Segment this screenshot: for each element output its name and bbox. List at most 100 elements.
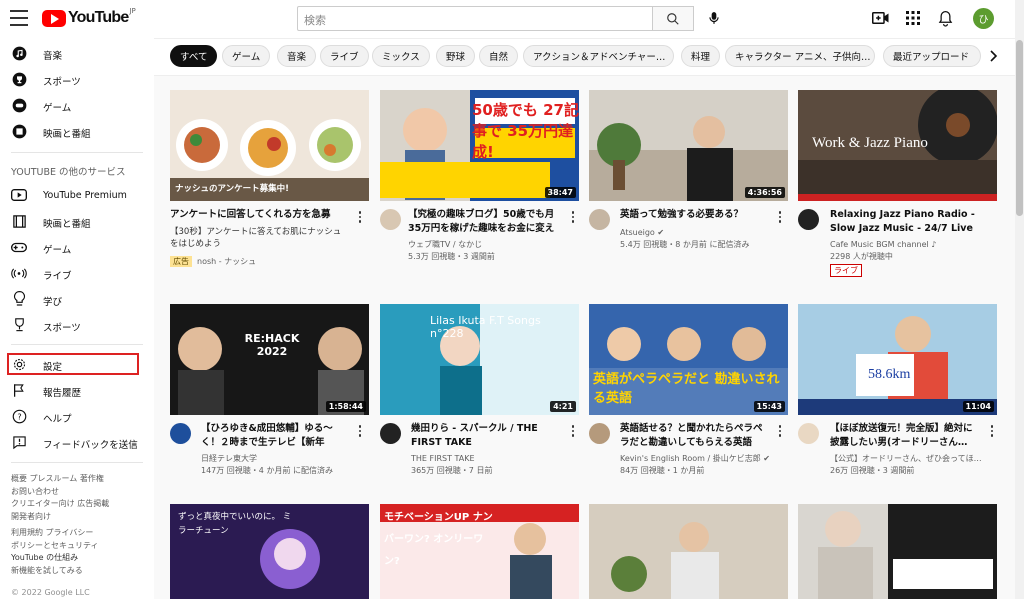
footer-link[interactable]: 概要 プレスルーム 著作権 — [11, 473, 109, 486]
create-button[interactable] — [871, 8, 891, 28]
footer-link[interactable]: お問い合わせ — [11, 486, 109, 499]
video-title[interactable]: 【ほぼ放送復元！完全版】絶対に披露したい男(オードリーさん… — [830, 422, 980, 450]
channel-avatar[interactable] — [589, 209, 610, 230]
sidebar-item-sports-2[interactable]: スポーツ — [0, 312, 150, 338]
mic-button[interactable] — [703, 7, 725, 29]
youtube-logo[interactable]: YouTube JP — [42, 7, 136, 27]
sidebar-item-label: ゲーム — [43, 245, 72, 256]
sidebar-divider — [11, 152, 143, 153]
video-meta: 84万 回視聴・1 か月前 — [620, 466, 705, 475]
rehack-thumbnail-art — [170, 304, 369, 415]
chip-character-anime[interactable]: キャラクター アニメ、子供向… — [725, 45, 875, 67]
top-bar: YouTube JP 検索 ひ — [0, 0, 1024, 38]
video-channel[interactable]: Kevin's English Room / 掛山ケビ志郎 ✔ — [620, 453, 770, 465]
footer-links-1[interactable]: 概要 プレスルーム 著作権 お問い合わせ クリエイター向け 広告掲載 開発者向け — [11, 473, 109, 523]
chip-baseball[interactable]: 野球 — [436, 45, 476, 67]
thumbnail-caption: 50歳でも 27記事で 35万円達成! — [472, 101, 579, 161]
footer-links-2[interactable]: 利用規約 プライバシー ポリシーとセキュリティ YouTube の仕組み 新機能… — [11, 527, 99, 577]
footer-link[interactable]: ポリシーとセキュリティ — [11, 540, 99, 553]
footer-link[interactable]: クリエイター向け 広告掲載 — [11, 498, 109, 511]
video-title[interactable]: 【ひろゆき&成田悠輔】ゆる〜く！２時まで生テレビ【新年早々、２… — [201, 422, 351, 450]
footer-link[interactable]: 新機能を試してみる — [11, 565, 99, 578]
chip-cooking[interactable]: 料理 — [681, 45, 721, 67]
video-title[interactable]: Relaxing Jazz Piano Radio - Slow Jazz Mu… — [830, 208, 990, 236]
video-thumbnail[interactable]: ずっと真夜中でいいのに。 ミラーチューン — [170, 504, 369, 599]
sidebar-item-movies-tv[interactable]: 映画と番組 — [0, 208, 150, 234]
flag-icon — [11, 382, 27, 398]
video-channel[interactable]: 日経テレ東大学 — [201, 453, 257, 465]
search-input[interactable]: 検索 — [297, 6, 653, 31]
chip-music[interactable]: 音楽 — [277, 45, 317, 67]
footer-link[interactable]: 利用規約 プライバシー — [11, 527, 99, 540]
video-thumbnail[interactable]: Lilas Ikuta F.T Songs n°228 4:21 — [380, 304, 579, 415]
video-thumbnail[interactable]: 英語がペラペラだと 勘違いされる英語 15:43 — [589, 304, 788, 415]
video-thumbnail[interactable]: Work & Jazz Piano — [798, 90, 997, 201]
more-options-icon[interactable] — [570, 424, 576, 438]
sidebar-item-sports[interactable]: スポーツ — [0, 66, 150, 92]
chip-all[interactable]: すべて — [170, 45, 218, 67]
more-options-icon[interactable] — [777, 424, 783, 438]
chips-next-button[interactable] — [986, 48, 1002, 64]
video-thumbnail[interactable] — [589, 504, 788, 599]
sidebar-item-learning[interactable]: 学び — [0, 286, 150, 312]
channel-avatar[interactable] — [380, 423, 401, 444]
video-thumbnail[interactable]: モチベーションUP ナンバーワン? オンリーワン? — [380, 504, 579, 599]
sidebar-item-live[interactable]: ライブ — [0, 260, 150, 286]
sidebar-item-gaming-2[interactable]: ゲーム — [0, 234, 150, 260]
video-title[interactable]: アンケートに回答してくれる方を急募 — [170, 208, 345, 222]
chip-live[interactable]: ライブ — [320, 45, 369, 67]
sidebar-item-help[interactable]: ? ヘルプ — [0, 403, 150, 429]
more-options-icon[interactable] — [357, 210, 363, 224]
more-options-icon[interactable] — [570, 210, 576, 224]
sidebar-item-label: フィードバックを送信 — [43, 440, 138, 451]
sidebar-item-gaming[interactable]: ゲーム — [0, 92, 150, 118]
sidebar-item-report-history[interactable]: 報告履歴 — [0, 377, 150, 403]
video-title[interactable]: 【究極の趣味ブログ】50歳でも月35万円を稼げた趣味をお金に変える… — [408, 208, 564, 236]
chip-action-adventure[interactable]: アクション＆アドベンチャー… — [523, 45, 674, 67]
scrollbar-thumb[interactable] — [1016, 40, 1023, 216]
video-channel[interactable]: THE FIRST TAKE — [411, 453, 475, 465]
video-channel[interactable]: 【公式】オードリーさん、ぜひ会ってほ… — [830, 453, 990, 465]
sidebar-item-music[interactable]: 音楽 — [0, 40, 150, 66]
footer-link[interactable]: YouTube の仕組み — [11, 552, 99, 565]
video-title[interactable]: 幾田りら - スパークル / THE FIRST TAKE — [411, 422, 563, 450]
video-channel[interactable]: nosh - ナッシュ — [197, 256, 256, 268]
more-options-icon[interactable] — [989, 424, 995, 438]
sidebar-item-movies[interactable]: 映画と番組 — [0, 118, 150, 144]
video-thumbnail[interactable]: ナッシュのアンケート募集中! — [170, 90, 369, 201]
room-thumbnail-art — [589, 504, 788, 599]
more-options-icon[interactable] — [357, 424, 363, 438]
search-button[interactable] — [652, 6, 694, 31]
video-channel[interactable]: ウェブ職TV / なかじ — [408, 239, 482, 251]
channel-avatar[interactable] — [798, 209, 819, 230]
video-duration: 38:47 — [544, 187, 576, 198]
channel-avatar[interactable] — [380, 209, 401, 230]
video-thumbnail[interactable]: 58.6km 11:04 — [798, 304, 997, 415]
channel-avatar[interactable] — [170, 423, 191, 444]
sidebar-item-feedback[interactable]: フィードバックを送信 — [0, 429, 150, 455]
sidebar-item-youtube-premium[interactable]: YouTube Premium — [0, 182, 150, 208]
video-title[interactable]: 英語って勉強する必要ある？ — [620, 208, 770, 222]
notifications-button[interactable] — [935, 8, 955, 28]
chip-nature[interactable]: 自然 — [479, 45, 519, 67]
video-channel[interactable]: Atsueigo ✔ — [620, 227, 664, 239]
menu-icon[interactable] — [10, 10, 28, 26]
chip-recently-uploaded[interactable]: 最近アップロード — [883, 45, 981, 67]
apps-button[interactable] — [903, 8, 923, 28]
account-avatar[interactable]: ひ — [973, 8, 994, 29]
chip-games[interactable]: ゲーム — [222, 45, 271, 67]
video-thumbnail[interactable]: 4:36:56 — [589, 90, 788, 201]
gamepad-icon — [11, 97, 27, 113]
video-camera-add-icon — [872, 12, 889, 24]
video-thumbnail[interactable]: 50歳でも 27記事で 35万円達成! 38:47 — [380, 90, 579, 201]
video-channel[interactable]: Cafe Music BGM channel ♪ — [830, 239, 936, 251]
footer-link[interactable]: 開発者向け — [11, 511, 109, 524]
video-thumbnail[interactable] — [798, 504, 997, 599]
channel-avatar[interactable] — [589, 423, 610, 444]
video-duration: 4:36:56 — [744, 187, 785, 198]
video-title[interactable]: 英語話せる？と聞かれたらペラペラだと勘違いしてもらえる英語フ… — [620, 422, 770, 450]
channel-avatar[interactable] — [798, 423, 819, 444]
chip-mix[interactable]: ミックス — [372, 45, 430, 67]
more-options-icon[interactable] — [777, 210, 783, 224]
video-thumbnail[interactable]: RE:HACK 2022 1:58:44 — [170, 304, 369, 415]
